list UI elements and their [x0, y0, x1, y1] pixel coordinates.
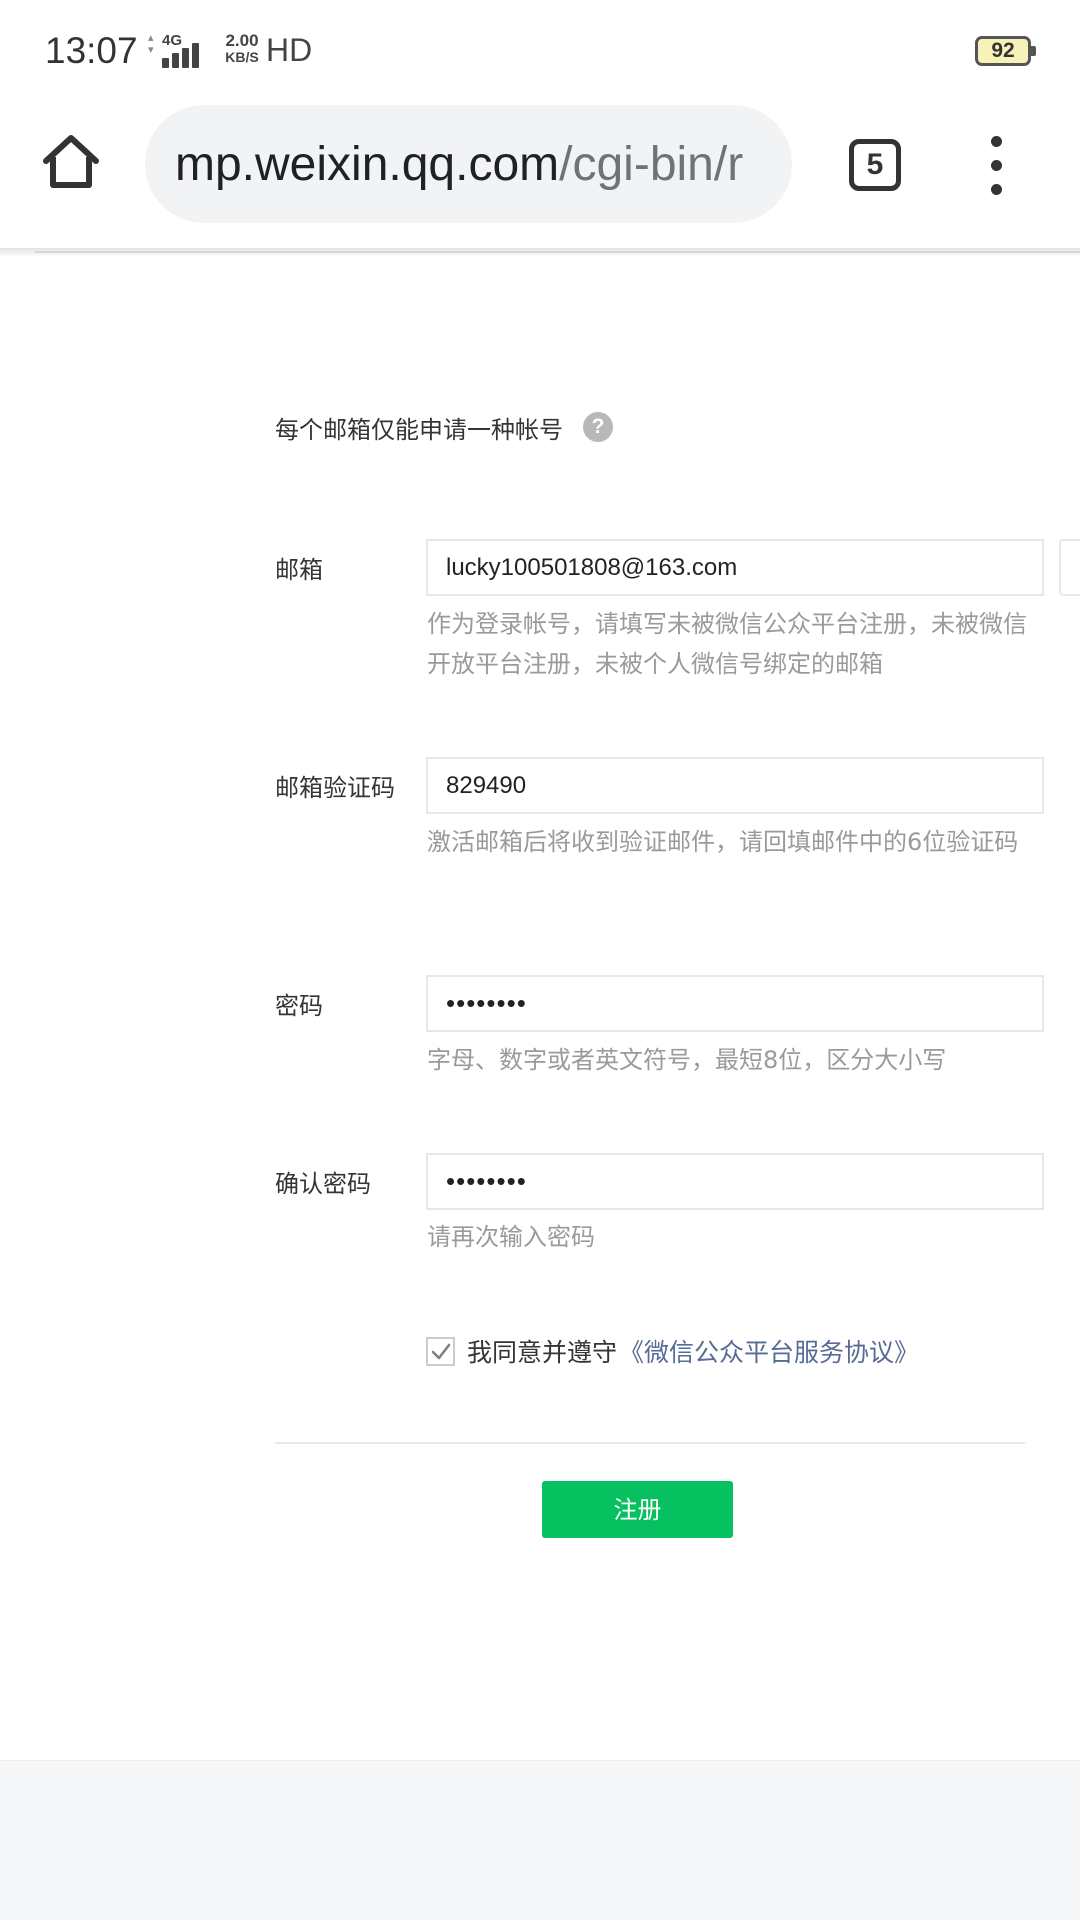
- verify-code-hint: 激活邮箱后将收到验证邮件，请回填邮件中的6位验证码: [427, 828, 1019, 856]
- checkmark-icon: [431, 1343, 451, 1360]
- confirm-password-hint: 请再次输入密码: [427, 1223, 595, 1251]
- signal-bars-icon: [162, 43, 206, 68]
- url-text: mp.weixin.qq.com/cgi-bin/r: [175, 137, 775, 192]
- battery-icon: 92: [975, 36, 1031, 66]
- home-icon: [43, 135, 99, 188]
- status-bar: 13:07 ▴ ▾ 4G 2.00 KB/S HD 92: [0, 0, 1080, 100]
- email-side-button[interactable]: [1059, 539, 1080, 596]
- address-bar[interactable]: mp.weixin.qq.com/cgi-bin/r: [145, 105, 792, 223]
- network-speed-unit: KB/S: [225, 49, 259, 65]
- verify-code-field[interactable]: 829490: [426, 757, 1044, 814]
- url-path: /cgi-bin/r: [559, 138, 744, 191]
- tab-switcher-button[interactable]: 5: [849, 139, 901, 191]
- agreement-text: 我同意并遵守: [467, 1338, 618, 1367]
- email-field[interactable]: lucky100501808@163.com: [426, 539, 1044, 596]
- battery-tip: [1031, 46, 1036, 56]
- email-hint: 作为登录帐号，请填写未被微信公众平台注册，未被微信开放平台注册，未被个人微信号绑…: [427, 610, 1027, 678]
- page-footer: [0, 1760, 1080, 1920]
- agreement-checkbox[interactable]: [426, 1337, 455, 1366]
- password-field[interactable]: ••••••••: [426, 975, 1044, 1032]
- email-label: 邮箱: [275, 556, 323, 584]
- password-hint: 字母、数字或者英文符号，最短8位，区分大小写: [427, 1046, 947, 1074]
- url-host: mp.weixin.qq.com: [175, 138, 560, 191]
- more-vertical-icon[interactable]: [980, 136, 1012, 196]
- network-speed-value: 2.00: [225, 31, 259, 50]
- password-label: 密码: [275, 992, 323, 1020]
- account-notice: 每个邮箱仅能申请一种帐号: [275, 416, 563, 444]
- home-button[interactable]: [40, 130, 102, 192]
- cellular-signal-icon: ▴ ▾ 4G: [148, 32, 208, 72]
- form-divider: [275, 1442, 1025, 1444]
- data-activity-icon: ▴ ▾: [148, 31, 154, 56]
- network-speed: 2.00 KB/S: [218, 32, 266, 66]
- toolbar-divider: [35, 251, 1080, 253]
- confirm-password-field[interactable]: ••••••••: [426, 1153, 1044, 1210]
- hd-indicator: HD: [266, 32, 313, 68]
- status-time: 13:07: [45, 30, 138, 71]
- service-agreement-link[interactable]: 《微信公众平台服务协议》: [619, 1333, 919, 1369]
- register-button[interactable]: 注册: [542, 1481, 733, 1538]
- browser-toolbar: mp.weixin.qq.com/cgi-bin/r 5: [0, 100, 1080, 248]
- confirm-password-label: 确认密码: [275, 1170, 371, 1198]
- help-icon[interactable]: ?: [583, 412, 613, 442]
- verify-code-label: 邮箱验证码: [275, 774, 395, 802]
